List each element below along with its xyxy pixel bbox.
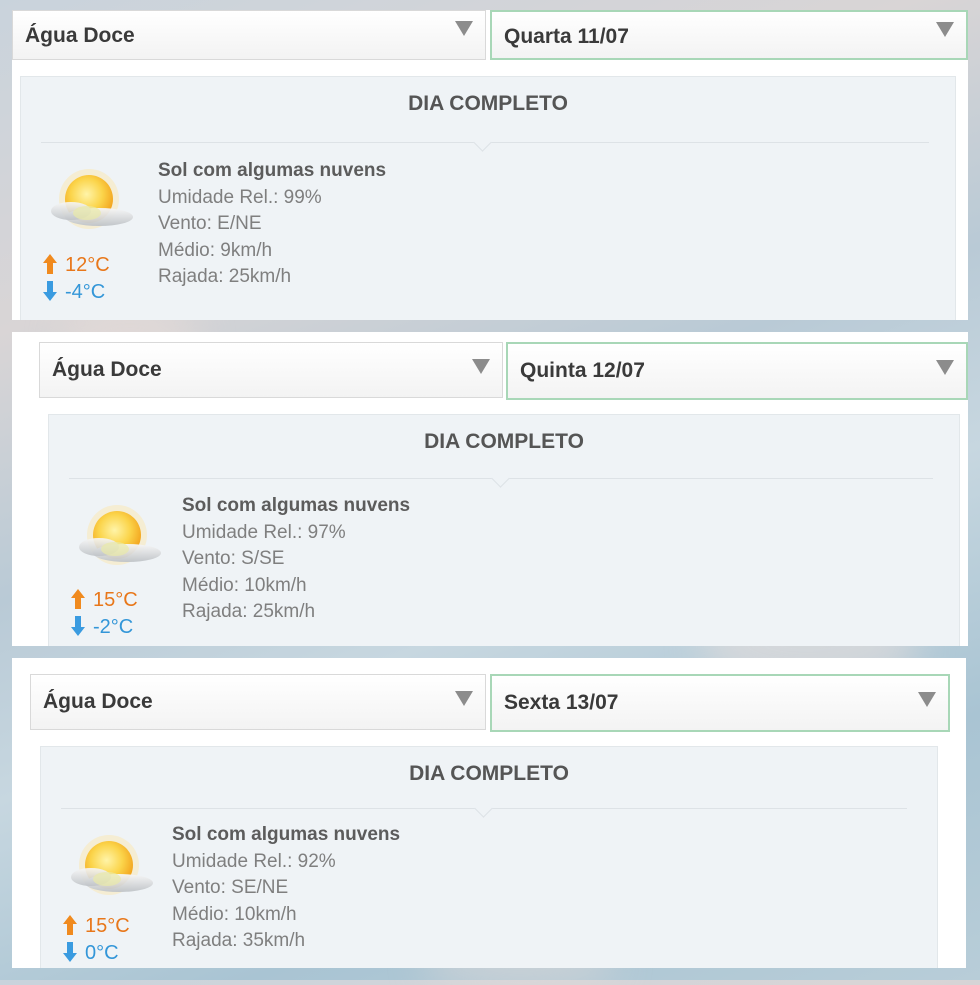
humidity: Umidade Rel.: 97%: [182, 521, 346, 543]
arrow-up-icon: [63, 915, 77, 935]
section-title: DIA COMPLETO: [409, 762, 569, 785]
temp-max-value: 12°C: [65, 254, 110, 276]
forecast-panel-1: Água Doce Quarta 11/07 DIA COMPLETO 12°C…: [12, 10, 968, 320]
temp-max-value: 15°C: [93, 589, 138, 611]
date-select[interactable]: Quinta 12/07: [506, 342, 968, 400]
temp-min: -2°C: [71, 614, 138, 641]
temp-max-value: 15°C: [85, 915, 130, 937]
sun-with-clouds-icon: [41, 167, 141, 242]
temp-max: 15°C: [63, 913, 130, 940]
condition: Sol com algumas nuvens: [158, 160, 387, 181]
city-select-value: Água Doce: [52, 358, 162, 381]
wind-direction: Vento: S/SE: [182, 548, 285, 569]
city-select-value: Água Doce: [25, 24, 135, 47]
arrow-up-icon: [43, 254, 57, 274]
temperature-range: 15°C -2°C: [71, 587, 138, 641]
wind-direction: Vento: SE/NE: [172, 877, 289, 898]
forecast-panel-3: Água Doce Sexta 13/07 DIA COMPLETO 15°C …: [12, 658, 966, 968]
temp-min: 0°C: [63, 940, 130, 967]
divider-notch: [474, 799, 493, 818]
chevron-down-icon[interactable]: [936, 360, 954, 375]
wind-gust: Rajada: 25km/h: [158, 266, 292, 287]
chevron-down-icon[interactable]: [936, 22, 954, 37]
temperature-range: 15°C 0°C: [63, 913, 130, 967]
temp-min: -4°C: [43, 279, 110, 306]
temp-min-value: 0°C: [85, 942, 119, 964]
wind-average: Médio: 9km/h: [158, 239, 273, 261]
city-select-value: Água Doce: [43, 690, 153, 713]
weather-details: Sol com algumas nuvens Umidade Rel.: 92%…: [172, 822, 400, 955]
forecast-card: DIA COMPLETO 12°C -4°C Sol com algumas n…: [20, 76, 956, 320]
temperature-range: 12°C -4°C: [43, 252, 110, 306]
wind-average: Médio: 10km/h: [182, 574, 307, 596]
forecast-panel-2: Água Doce Quinta 12/07 DIA COMPLETO 15°C…: [12, 332, 968, 646]
humidity: Umidade Rel.: 92%: [172, 850, 336, 872]
city-select[interactable]: Água Doce: [39, 342, 503, 398]
condition: Sol com algumas nuvens: [172, 824, 401, 845]
city-select[interactable]: Água Doce: [30, 674, 486, 730]
temp-min-value: -4°C: [65, 281, 106, 303]
date-select-value: Sexta 13/07: [504, 691, 619, 714]
humidity: Umidade Rel.: 99%: [158, 186, 322, 208]
date-select[interactable]: Sexta 13/07: [490, 674, 950, 732]
chevron-down-icon[interactable]: [455, 691, 473, 706]
arrow-down-icon: [63, 942, 77, 962]
condition: Sol com algumas nuvens: [182, 495, 411, 516]
wind-direction: Vento: E/NE: [158, 213, 262, 234]
chevron-down-icon[interactable]: [455, 21, 473, 36]
weather-details: Sol com algumas nuvens Umidade Rel.: 99%…: [158, 158, 386, 291]
arrow-up-icon: [71, 589, 85, 609]
temp-min-value: -2°C: [93, 616, 134, 638]
chevron-down-icon[interactable]: [472, 359, 490, 374]
temp-max: 12°C: [43, 252, 110, 279]
date-select-value: Quinta 12/07: [520, 359, 645, 382]
weather-details: Sol com algumas nuvens Umidade Rel.: 97%…: [182, 493, 410, 626]
divider-notch: [491, 469, 510, 488]
sun-with-clouds-icon: [61, 833, 161, 908]
sun-with-clouds-icon: [69, 503, 169, 578]
wind-gust: Rajada: 35km/h: [172, 930, 306, 951]
forecast-card: DIA COMPLETO 15°C -2°C Sol com algumas n…: [48, 414, 960, 646]
divider-notch: [473, 133, 492, 152]
section-title: DIA COMPLETO: [408, 92, 568, 115]
arrow-down-icon: [71, 616, 85, 636]
arrow-down-icon: [43, 281, 57, 301]
wind-average: Médio: 10km/h: [172, 903, 297, 925]
date-select-value: Quarta 11/07: [504, 25, 629, 48]
section-title: DIA COMPLETO: [424, 430, 584, 453]
forecast-card: DIA COMPLETO 15°C 0°C Sol com algumas nu…: [40, 746, 938, 968]
wind-gust: Rajada: 25km/h: [182, 601, 316, 622]
chevron-down-icon[interactable]: [918, 692, 936, 707]
temp-max: 15°C: [71, 587, 138, 614]
date-select[interactable]: Quarta 11/07: [490, 10, 968, 60]
city-select[interactable]: Água Doce: [12, 10, 486, 60]
